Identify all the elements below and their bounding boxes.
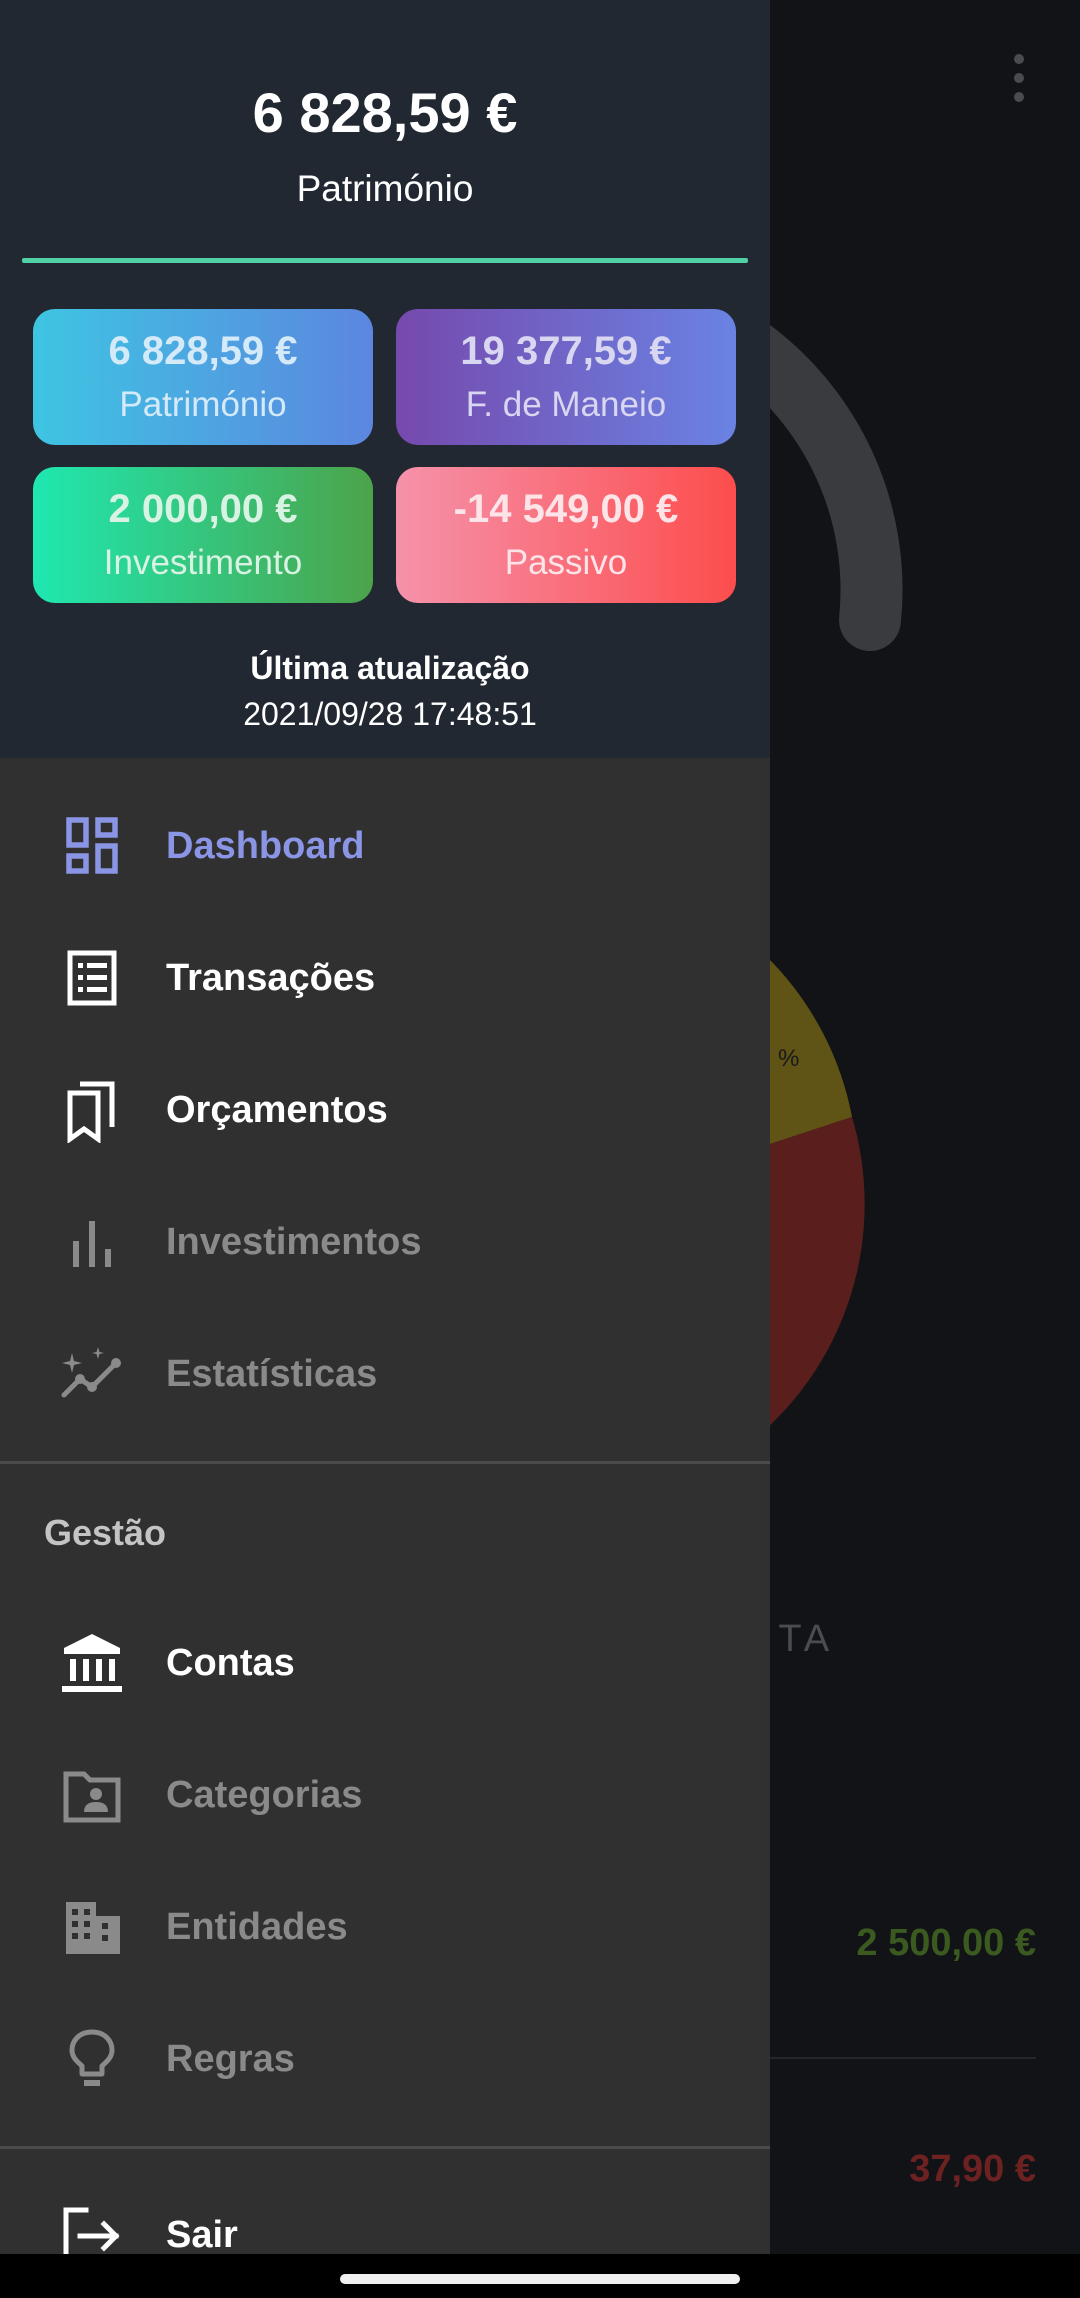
liabilities-card[interactable]: -14 549,00 € Passivo	[396, 467, 736, 603]
section-divider	[0, 1461, 770, 1464]
nav-item-orcamentos[interactable]: Orçamentos	[0, 1045, 770, 1177]
logout-icon	[63, 2207, 120, 2254]
nav-item-regras[interactable]: Regras	[0, 1994, 770, 2126]
pie-percent-label: %	[778, 1045, 800, 1072]
nav-label-regras: Regras	[166, 2038, 295, 2080]
investment-label: Investimento	[103, 543, 303, 582]
navigation-drawer: 6 828,59 € Património 6 828,59 € Patrimó…	[0, 0, 770, 2254]
nav-label-investimentos: Investimentos	[166, 1221, 422, 1263]
investment-amount: 2 000,00 €	[108, 487, 298, 531]
section-divider	[0, 2146, 770, 2149]
nav-item-estatisticas[interactable]: Estatísticas	[0, 1309, 770, 1441]
income-value: 2 500,00 €	[856, 1922, 1036, 1964]
last-update-title: Última atualização	[250, 650, 530, 686]
liabilities-label: Passivo	[504, 543, 628, 582]
dashboard-icon	[66, 817, 118, 874]
working-capital-card[interactable]: 19 377,59 € F. de Maneio	[396, 309, 736, 445]
nav-item-transacoes[interactable]: Transações	[0, 913, 770, 1045]
nav-item-dashboard[interactable]: Dashboard	[0, 781, 770, 913]
nav-label-orcamentos: Orçamentos	[166, 1089, 388, 1131]
home-gesture-handle[interactable]	[340, 2274, 740, 2284]
nav-item-categorias[interactable]: Categorias	[0, 1730, 770, 1862]
nav-item-investimentos[interactable]: Investimentos	[0, 1177, 770, 1309]
working-capital-label: F. de Maneio	[465, 385, 667, 424]
working-capital-amount: 19 377,59 €	[460, 329, 672, 373]
patrimonio-label: Património	[119, 385, 287, 424]
section-title-gestao: Gestão	[44, 1512, 167, 1553]
folder-person-icon	[63, 1771, 121, 1823]
patrimonio-amount: 6 828,59 €	[108, 329, 298, 373]
net-worth-label: Património	[296, 168, 474, 209]
nav-label-contas: Contas	[166, 1642, 295, 1684]
investment-card[interactable]: 2 000,00 € Investimento	[33, 467, 373, 603]
nav-item-entidades[interactable]: Entidades	[0, 1862, 770, 1994]
system-navigation-bar	[0, 2254, 1080, 2298]
nav-label-categorias: Categorias	[166, 1774, 363, 1816]
nav-label-sair: Sair	[166, 2214, 238, 2254]
nav-label-estatisticas: Estatísticas	[166, 1353, 378, 1395]
bank-icon	[62, 1634, 122, 1692]
expense-value: 37,90 €	[909, 2148, 1036, 2190]
header-accent-line	[22, 258, 748, 263]
building-icon	[66, 1902, 120, 1954]
nav-label-transacoes: Transações	[166, 957, 376, 999]
net-worth-amount: 6 828,59 €	[252, 81, 518, 144]
lightbulb-icon	[69, 2029, 115, 2086]
liabilities-amount: -14 549,00 €	[453, 487, 679, 531]
last-update-time: 2021/09/28 17:48:51	[243, 696, 537, 732]
nav-label-entidades: Entidades	[166, 1906, 348, 1948]
trending-sparkle-icon	[61, 1347, 121, 1398]
bar-chart-icon	[73, 1221, 111, 1267]
nav-label-dashboard: Dashboard	[166, 825, 365, 867]
nav-item-sair[interactable]: Sair	[0, 2170, 770, 2254]
patrimonio-card[interactable]: 6 828,59 € Património	[33, 309, 373, 445]
receipt-list-icon	[67, 950, 117, 1006]
nav-item-contas[interactable]: Contas	[0, 1598, 770, 1730]
drawer-header: 6 828,59 € Património 6 828,59 € Patrimó…	[0, 0, 770, 758]
bookmarks-icon	[67, 1081, 115, 1143]
